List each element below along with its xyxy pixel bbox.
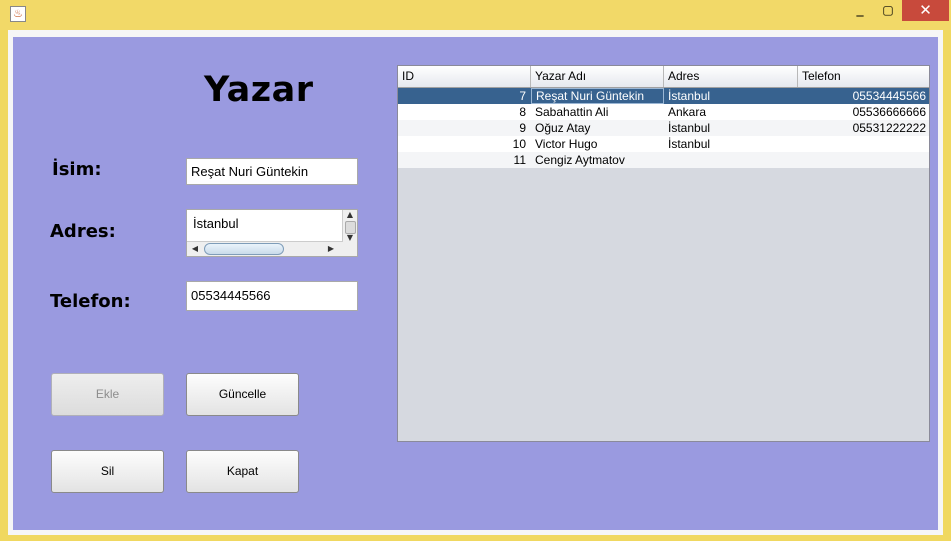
address-label: Adres: bbox=[50, 221, 116, 242]
table-row[interactable]: 10 Victor Hugo İstanbul bbox=[398, 136, 929, 152]
cell-id: 10 bbox=[512, 137, 526, 151]
table-row[interactable]: 7 Reşat Nuri Güntekin İstanbul 055344455… bbox=[398, 88, 929, 104]
java-icon[interactable]: ♨ bbox=[10, 6, 26, 22]
cell-phone: 05534445566 bbox=[852, 89, 926, 103]
horizontal-scrollbar[interactable]: ◀ ▶ bbox=[187, 241, 343, 256]
cell-address: İstanbul bbox=[668, 137, 711, 151]
scroll-up-icon[interactable]: ▲ bbox=[343, 210, 357, 220]
cell-name: Reşat Nuri Güntekin bbox=[531, 88, 664, 104]
cell-id: 7 bbox=[519, 89, 526, 103]
cell-phone: 05536666666 bbox=[852, 105, 926, 119]
cell-address: İstanbul bbox=[668, 89, 711, 103]
cell-name: Oğuz Atay bbox=[535, 121, 591, 135]
add-button[interactable]: Ekle bbox=[51, 373, 164, 416]
page-title: Yazar bbox=[204, 70, 314, 110]
scroll-right-icon[interactable]: ▶ bbox=[325, 242, 337, 256]
cell-address: Ankara bbox=[668, 105, 707, 119]
close-button[interactable]: Kapat bbox=[186, 450, 299, 493]
close-icon[interactable]: ✕ bbox=[902, 0, 949, 21]
column-header-name[interactable]: Yazar Adı bbox=[531, 66, 664, 87]
cell-name: Cengiz Aytmatov bbox=[535, 153, 625, 167]
address-textarea[interactable]: İstanbul ▲ ▼ ◀ ▶ bbox=[186, 209, 358, 257]
cell-phone: 05531222222 bbox=[852, 121, 926, 135]
update-button[interactable]: Güncelle bbox=[186, 373, 299, 416]
cell-phone bbox=[798, 136, 929, 152]
scroll-corner bbox=[343, 242, 357, 256]
column-header-address[interactable]: Adres bbox=[664, 66, 798, 87]
name-label: İsim: bbox=[52, 159, 102, 180]
cell-id: 11 bbox=[513, 153, 526, 167]
table-header: ID Yazar Adı Adres Telefon bbox=[398, 66, 929, 88]
scroll-left-icon[interactable]: ◀ bbox=[189, 242, 201, 256]
column-header-id[interactable]: ID bbox=[398, 66, 531, 87]
table-row[interactable]: 8 Sabahattin Ali Ankara 05536666666 bbox=[398, 104, 929, 120]
authors-table[interactable]: ID Yazar Adı Adres Telefon 7 Reşat Nuri … bbox=[397, 65, 930, 442]
horizontal-scroll-thumb[interactable] bbox=[204, 243, 284, 255]
title-bar: ♨ _ ▢ ✕ bbox=[0, 0, 951, 30]
cell-id: 8 bbox=[519, 105, 526, 119]
table-row[interactable]: 9 Oğuz Atay İstanbul 05531222222 bbox=[398, 120, 929, 136]
cell-id: 9 bbox=[519, 121, 526, 135]
address-value: İstanbul bbox=[193, 216, 239, 231]
table-row[interactable]: 11 Cengiz Aytmatov bbox=[398, 152, 929, 168]
cell-name: Sabahattin Ali bbox=[535, 105, 609, 119]
cell-address bbox=[664, 152, 798, 168]
delete-button[interactable]: Sil bbox=[51, 450, 164, 493]
maximize-icon[interactable]: ▢ bbox=[874, 0, 902, 21]
vertical-scrollbar[interactable]: ▲ ▼ bbox=[342, 210, 357, 243]
phone-label: Telefon: bbox=[50, 291, 131, 312]
phone-field[interactable]: 05534445566 bbox=[186, 281, 358, 311]
cell-phone bbox=[798, 152, 929, 168]
minimize-icon[interactable]: _ bbox=[846, 0, 874, 21]
cell-name: Victor Hugo bbox=[535, 137, 598, 151]
name-field[interactable]: Reşat Nuri Güntekin bbox=[186, 158, 358, 185]
cell-address: İstanbul bbox=[668, 121, 711, 135]
column-header-phone[interactable]: Telefon bbox=[798, 66, 929, 87]
